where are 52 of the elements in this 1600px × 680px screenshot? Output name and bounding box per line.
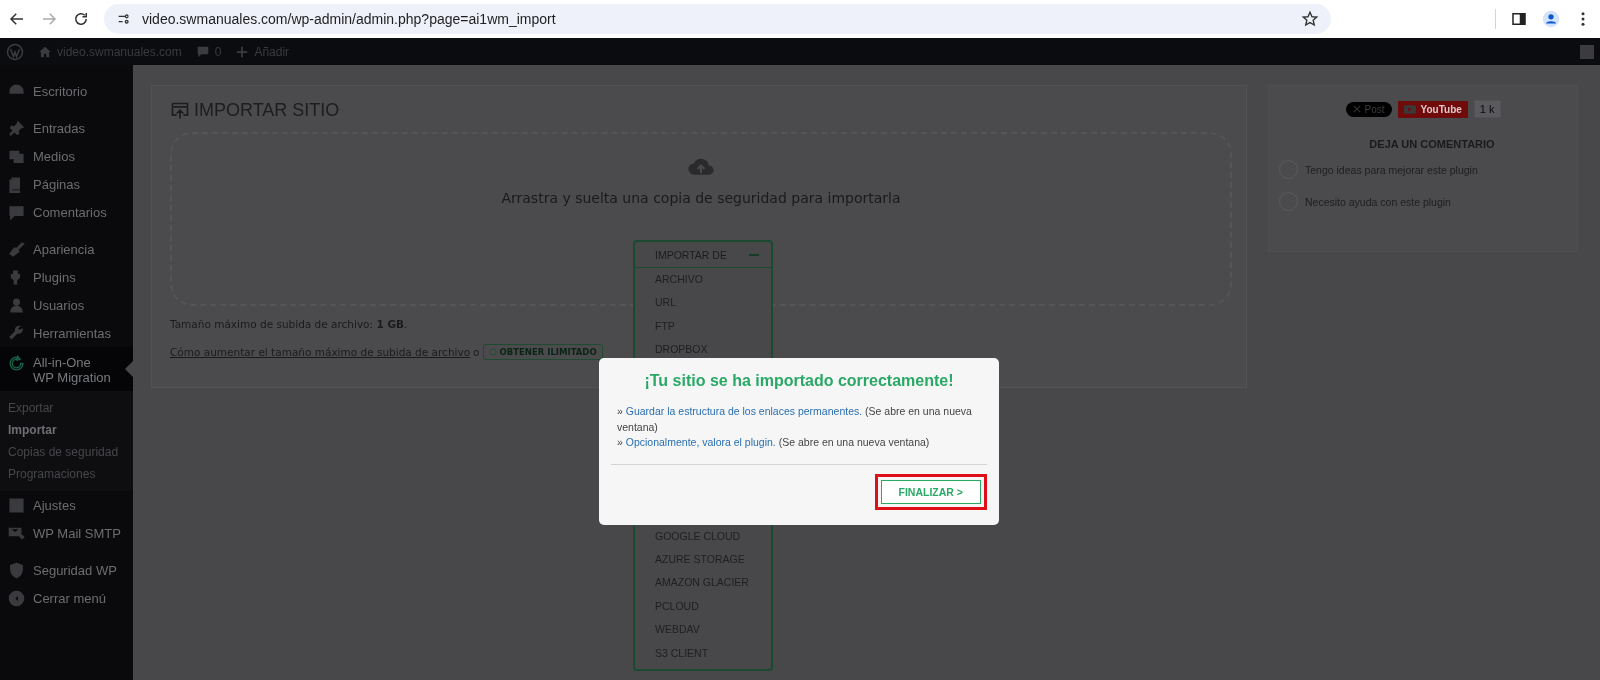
menu-item-icon — [8, 355, 25, 372]
menu-item-icon — [8, 203, 25, 221]
cloud-upload-icon — [687, 156, 715, 178]
reload-icon[interactable] — [72, 10, 90, 28]
comment-icon — [195, 44, 210, 59]
post-button[interactable]: Post — [1345, 101, 1392, 117]
dialog-title: ¡Tu sitio se ha importado correctamente! — [643, 372, 955, 390]
profile-avatar-icon[interactable] — [1542, 10, 1560, 28]
subscriber-count: 1 k — [1473, 100, 1501, 118]
menu-item-icon — [8, 589, 25, 607]
submenu-item[interactable]: Importar — [0, 419, 133, 441]
sidebar-item[interactable]: Escritorio — [0, 77, 133, 105]
menu-item-icon — [8, 324, 25, 342]
home-icon — [38, 44, 52, 59]
submenu-item[interactable]: Copias de seguridad — [0, 441, 133, 463]
menu-item-icon — [8, 119, 25, 137]
url-text: video.swmanuales.com/wp-admin/admin.php?page=ai1wm_import — [142, 11, 557, 27]
sidebar-item[interactable]: WP Mail SMTP — [0, 519, 133, 547]
sidebar-item[interactable]: Apariencia — [0, 235, 133, 263]
side-panel-icon[interactable] — [1510, 10, 1528, 28]
dialog-link[interactable]: Guardar la estructura de los enlaces permanentes. — [625, 405, 863, 417]
play-icon — [1403, 104, 1416, 114]
site-settings-icon[interactable] — [116, 11, 132, 27]
sidebar-item[interactable]: Plugins — [0, 263, 133, 291]
finish-button[interactable]: FINALIZAR > — [880, 479, 981, 504]
back-icon[interactable] — [8, 10, 26, 28]
youtube-button[interactable]: YouTube — [1397, 100, 1468, 118]
sidebar-item[interactable]: Medios — [0, 142, 133, 170]
star-icon[interactable] — [1301, 10, 1319, 28]
dialog-line: » Guardar la estructura de los enlaces permanentes. (Se abre en una nueva ventana) — [617, 404, 973, 435]
sidebar-item[interactable]: Seguridad WP — [0, 556, 133, 584]
menu-item-icon — [8, 496, 25, 514]
address-bar[interactable]: video.swmanuales.com/wp-admin/admin.php?page=ai1wm_import — [104, 4, 1331, 34]
sidebar-item[interactable]: Comentarios — [0, 198, 133, 226]
sidebar-item[interactable]: Entradas — [0, 114, 133, 142]
submenu-item[interactable]: Programaciones — [0, 463, 133, 485]
submenu-item[interactable]: Exportar — [0, 397, 133, 419]
dialog-line: » Opcionalmente, valora el plugin. (Se abre en una nueva ventana) — [617, 435, 931, 450]
plus-icon — [235, 44, 250, 59]
menu-item-icon — [8, 561, 25, 579]
menu-item-icon — [8, 296, 25, 314]
unlimited-button[interactable]: OBTENER ILIMITADO — [482, 344, 603, 360]
sidebar-item[interactable]: Cerrar menú — [0, 584, 133, 612]
sidebar-item[interactable]: All-in-One WP Migration — [0, 347, 133, 391]
import-icon — [170, 100, 190, 121]
dialog-link[interactable]: Opcionalmente, valora el plugin. — [625, 436, 776, 448]
sidebar-item[interactable]: Usuarios — [0, 291, 133, 319]
menu-item-icon — [8, 240, 25, 258]
sidebar-item[interactable]: Ajustes — [0, 491, 133, 519]
sidebar-item[interactable]: Páginas — [0, 170, 133, 198]
sidebar-item[interactable]: Herramientas — [0, 319, 133, 347]
x-logo-icon — [1352, 105, 1361, 113]
